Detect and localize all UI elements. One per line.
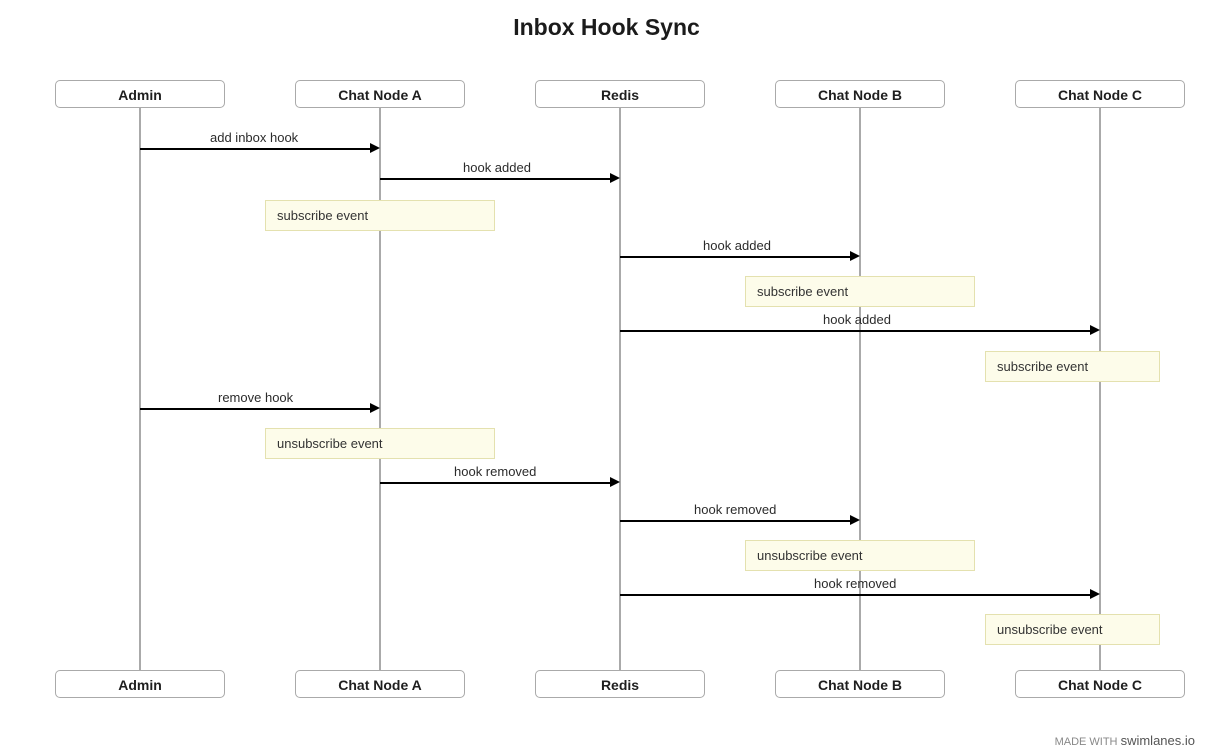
lifeline-admin (139, 108, 141, 670)
participant-top-redis: Redis (535, 80, 705, 108)
message-arrow (620, 594, 1090, 596)
message-label: hook added (823, 312, 891, 327)
footer-attribution: MADE WITH swimlanes.io (1055, 733, 1195, 748)
participant-bottom-redis: Redis (535, 670, 705, 698)
lifeline-redis (619, 108, 621, 670)
participant-bottom-nodeB: Chat Node B (775, 670, 945, 698)
note-box: subscribe event (745, 276, 975, 307)
footer-prefix: MADE WITH (1055, 736, 1118, 748)
message-label: hook added (463, 160, 531, 175)
participant-top-admin: Admin (55, 80, 225, 108)
arrowhead-icon (610, 477, 620, 487)
arrowhead-icon (1090, 325, 1100, 335)
message-label: hook added (703, 238, 771, 253)
message-arrow (140, 408, 370, 410)
note-box: subscribe event (265, 200, 495, 231)
arrowhead-icon (370, 143, 380, 153)
arrowhead-icon (850, 515, 860, 525)
message-label: hook removed (454, 464, 536, 479)
note-box: unsubscribe event (265, 428, 495, 459)
diagram-title: Inbox Hook Sync (0, 14, 1213, 41)
participant-top-nodeC: Chat Node C (1015, 80, 1185, 108)
participant-top-nodeB: Chat Node B (775, 80, 945, 108)
message-arrow (620, 330, 1090, 332)
note-box: subscribe event (985, 351, 1160, 382)
participant-bottom-admin: Admin (55, 670, 225, 698)
footer-brand: swimlanes.io (1121, 733, 1195, 748)
sequence-diagram: Inbox Hook Sync Admin Chat Node A Redis … (0, 0, 1213, 756)
arrowhead-icon (370, 403, 380, 413)
message-label: hook removed (694, 502, 776, 517)
participant-top-nodeA: Chat Node A (295, 80, 465, 108)
message-arrow (380, 178, 610, 180)
message-arrow (380, 482, 610, 484)
arrowhead-icon (610, 173, 620, 183)
message-arrow (620, 520, 850, 522)
lifeline-nodeC (1099, 108, 1101, 670)
lifeline-nodeA (379, 108, 381, 670)
arrowhead-icon (850, 251, 860, 261)
message-arrow (620, 256, 850, 258)
message-arrow (140, 148, 370, 150)
message-label: hook removed (814, 576, 896, 591)
message-label: add inbox hook (210, 130, 298, 145)
note-box: unsubscribe event (745, 540, 975, 571)
message-label: remove hook (218, 390, 293, 405)
participant-bottom-nodeA: Chat Node A (295, 670, 465, 698)
note-box: unsubscribe event (985, 614, 1160, 645)
arrowhead-icon (1090, 589, 1100, 599)
participant-bottom-nodeC: Chat Node C (1015, 670, 1185, 698)
